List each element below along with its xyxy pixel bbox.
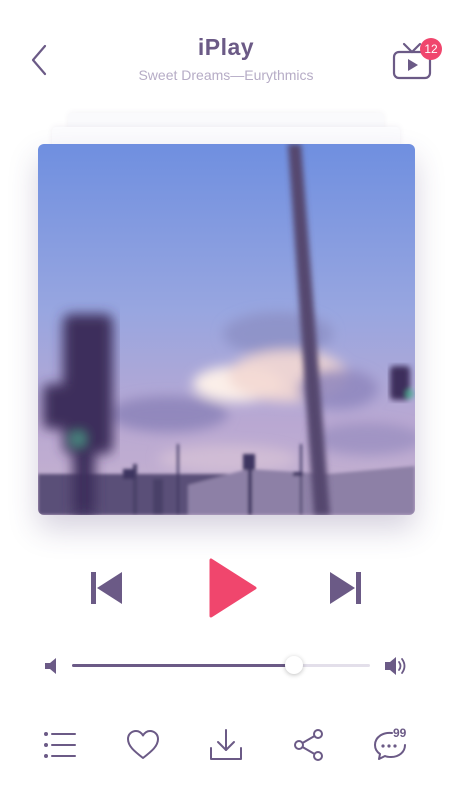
volume-slider-fill [72, 664, 294, 667]
page-title: iPlay [197, 34, 255, 60]
comment-count: 99 [393, 726, 407, 740]
volume-high-icon [385, 657, 406, 675]
next-icon [330, 572, 361, 604]
previous-icon [91, 572, 122, 604]
playlist-button[interactable] [42, 728, 78, 762]
share-button[interactable] [291, 728, 327, 762]
notification-badge: 12 [420, 38, 442, 60]
download-icon [210, 729, 242, 760]
heart-icon [127, 730, 159, 759]
volume-high-indicator [383, 654, 409, 678]
track-subtitle: Sweet Dreams—Eurythmics [138, 67, 314, 83]
playlist-icon [44, 732, 76, 758]
volume-low-indicator [43, 656, 61, 676]
next-track-button[interactable] [326, 570, 364, 606]
album-artwork [38, 144, 415, 515]
header: iPlay Sweet Dreams—Eurythmics 12 [0, 0, 452, 100]
volume-slider-thumb[interactable] [285, 656, 303, 674]
favorite-button[interactable] [125, 728, 161, 762]
volume-low-icon [45, 658, 56, 674]
play-icon [209, 558, 257, 618]
volume-slider[interactable] [72, 656, 370, 674]
download-button[interactable] [208, 728, 244, 762]
previous-track-button[interactable] [88, 570, 126, 606]
play-button[interactable] [207, 557, 259, 619]
share-icon [294, 729, 323, 761]
